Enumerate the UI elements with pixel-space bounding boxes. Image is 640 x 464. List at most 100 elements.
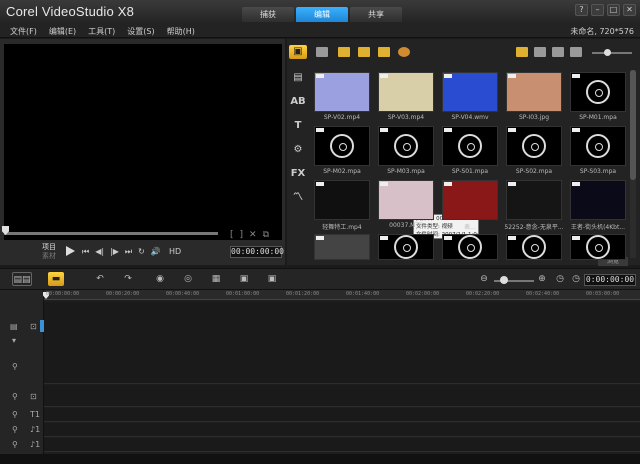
storyboard-view-icon[interactable]: ▤▤ xyxy=(12,272,32,286)
link-icon[interactable]: ⚲ xyxy=(12,425,18,434)
mark-in-icon[interactable]: [ xyxy=(230,230,234,240)
library-clip-thumbnail[interactable] xyxy=(570,72,626,112)
close-button[interactable]: ✕ xyxy=(623,4,636,16)
audio-disc-icon xyxy=(586,134,610,158)
mark-out-icon[interactable]: ] xyxy=(240,230,244,240)
library-clip-thumbnail[interactable] xyxy=(442,72,498,112)
sort-icon[interactable] xyxy=(570,47,582,57)
library-clip-thumbnail[interactable] xyxy=(314,180,370,220)
path-icon[interactable]: 〽 xyxy=(289,191,307,205)
home-icon[interactable]: ⏮ xyxy=(82,247,89,257)
video-filter-icon[interactable] xyxy=(338,47,350,57)
sound-mixer-icon[interactable]: ◎ xyxy=(180,272,196,286)
library-clip-thumbnail[interactable] xyxy=(442,234,498,260)
list-view-icon[interactable] xyxy=(534,47,546,57)
undo-icon[interactable]: ↶ xyxy=(92,272,108,286)
media-type-badge xyxy=(572,128,580,132)
music-filter-icon[interactable] xyxy=(378,47,390,57)
library-clip-thumbnail[interactable] xyxy=(570,126,626,166)
mode-clip-label[interactable]: 素材 xyxy=(42,252,56,261)
preview-mode-switch[interactable]: 项目 素材 xyxy=(42,243,56,261)
end-icon[interactable]: ⏭ xyxy=(125,247,132,257)
timeline-zoom-knob[interactable] xyxy=(500,276,508,284)
auto-music-icon[interactable]: ▦ xyxy=(208,272,224,286)
project-duration-icon[interactable]: ◷ xyxy=(568,272,584,286)
folder-icon[interactable] xyxy=(316,47,328,57)
minimize-button[interactable]: – xyxy=(591,4,604,16)
overlay-track[interactable] xyxy=(44,385,640,407)
mode-project-label[interactable]: 项目 xyxy=(42,243,56,252)
library-clip-thumbnail[interactable] xyxy=(442,180,498,220)
menu-edit[interactable]: 编辑(E) xyxy=(49,26,76,37)
media-category-icon[interactable]: ▣ xyxy=(289,45,307,59)
link-icon[interactable]: ⚲ xyxy=(12,392,18,401)
help-button[interactable]: ? xyxy=(575,4,588,16)
zoom-in-icon[interactable]: ⊕ xyxy=(534,272,550,286)
title-track[interactable] xyxy=(44,408,640,422)
record-capture-icon[interactable]: ◉ xyxy=(152,272,168,286)
next-frame-icon[interactable]: |▶ xyxy=(110,247,119,257)
graphics-icon[interactable]: ⚙ xyxy=(289,143,307,157)
ruler-tick-label: 00:01:20:00 xyxy=(286,291,320,297)
library-clip-thumbnail[interactable] xyxy=(378,126,434,166)
menu-tools[interactable]: 工具(T) xyxy=(88,26,115,37)
chevron-down-icon[interactable]: ▾ xyxy=(12,336,16,345)
motion-tracking-icon[interactable]: ▣ xyxy=(236,272,252,286)
clip-label: SP-S02.mpa xyxy=(515,168,553,175)
thumbnail-size-slider[interactable] xyxy=(592,52,632,54)
library-clip-thumbnail[interactable] xyxy=(506,180,562,220)
menu-help[interactable]: 帮助(H) xyxy=(167,26,195,37)
details-view-icon[interactable] xyxy=(552,47,564,57)
maximize-button[interactable]: □ xyxy=(607,4,620,16)
library-clip-thumbnail[interactable] xyxy=(314,72,370,112)
instant-project-icon[interactable]: ▤ xyxy=(289,71,307,85)
photo-filter-icon[interactable] xyxy=(358,47,370,57)
hd-preview-button[interactable]: HD xyxy=(169,247,181,256)
repeat-icon[interactable]: ↻ xyxy=(138,247,145,257)
library-clip-thumbnail[interactable] xyxy=(378,180,434,220)
zoom-out-icon[interactable]: ⊖ xyxy=(476,272,492,286)
previous-frame-icon[interactable]: ◀| xyxy=(95,247,104,257)
subtitle-editor-icon[interactable]: ▣ xyxy=(264,272,280,286)
title-icon[interactable]: T xyxy=(289,119,307,133)
transition-icon[interactable]: AB xyxy=(289,95,307,109)
thumbnail-size-knob[interactable] xyxy=(604,49,611,56)
track-manager-icon[interactable]: ▤ xyxy=(10,322,18,331)
timeline-view-icon[interactable]: ▬ xyxy=(48,272,64,286)
library-clip-thumbnail[interactable] xyxy=(506,72,562,112)
link-icon[interactable]: ⚲ xyxy=(12,440,18,449)
volume-icon[interactable]: 🔊 xyxy=(151,247,161,257)
video-track[interactable] xyxy=(44,302,640,384)
timeline-timecode[interactable]: 0:00:00:00 xyxy=(584,274,636,286)
tab-capture[interactable]: 捕获 xyxy=(242,7,294,22)
library-clip-thumbnail[interactable] xyxy=(570,180,626,220)
menu-settings[interactable]: 设置(S) xyxy=(127,26,154,37)
library-scroll-thumb[interactable] xyxy=(630,70,636,180)
preview-scrubber[interactable] xyxy=(4,232,218,235)
enlarge-preview-icon[interactable]: ⧉ xyxy=(263,230,269,240)
link-icon[interactable]: ⚲ xyxy=(12,410,18,419)
thumbnail-view-icon[interactable] xyxy=(516,47,528,57)
redo-icon[interactable]: ↷ xyxy=(120,272,136,286)
library-clip-thumbnail[interactable] xyxy=(314,126,370,166)
voice-track[interactable] xyxy=(44,423,640,437)
library-clip-thumbnail[interactable] xyxy=(378,234,434,260)
tab-share[interactable]: 共享 xyxy=(350,7,402,22)
library-clip-thumbnail[interactable] xyxy=(506,234,562,260)
link-icon[interactable]: ⚲ xyxy=(12,362,18,371)
library-clip-thumbnail[interactable] xyxy=(442,126,498,166)
music-track[interactable] xyxy=(44,438,640,452)
library-clip-thumbnail[interactable] xyxy=(314,234,370,260)
media-type-badge xyxy=(444,236,452,240)
library-clip-thumbnail[interactable] xyxy=(378,72,434,112)
tab-edit[interactable]: 编辑 xyxy=(296,7,348,22)
play-icon[interactable] xyxy=(66,246,75,256)
library-clip-thumbnail[interactable] xyxy=(506,126,562,166)
split-clip-icon[interactable]: ✕ xyxy=(249,230,257,240)
effect-filter-icon[interactable] xyxy=(398,47,410,57)
preview-timecode[interactable]: 00:00:00:00 xyxy=(230,246,284,258)
menu-file[interactable]: 文件(F) xyxy=(10,26,37,37)
library-clip-thumbnail[interactable] xyxy=(570,234,626,260)
fit-project-icon[interactable]: ◷ xyxy=(552,272,568,286)
filter-fx-icon[interactable]: FX xyxy=(289,167,307,181)
